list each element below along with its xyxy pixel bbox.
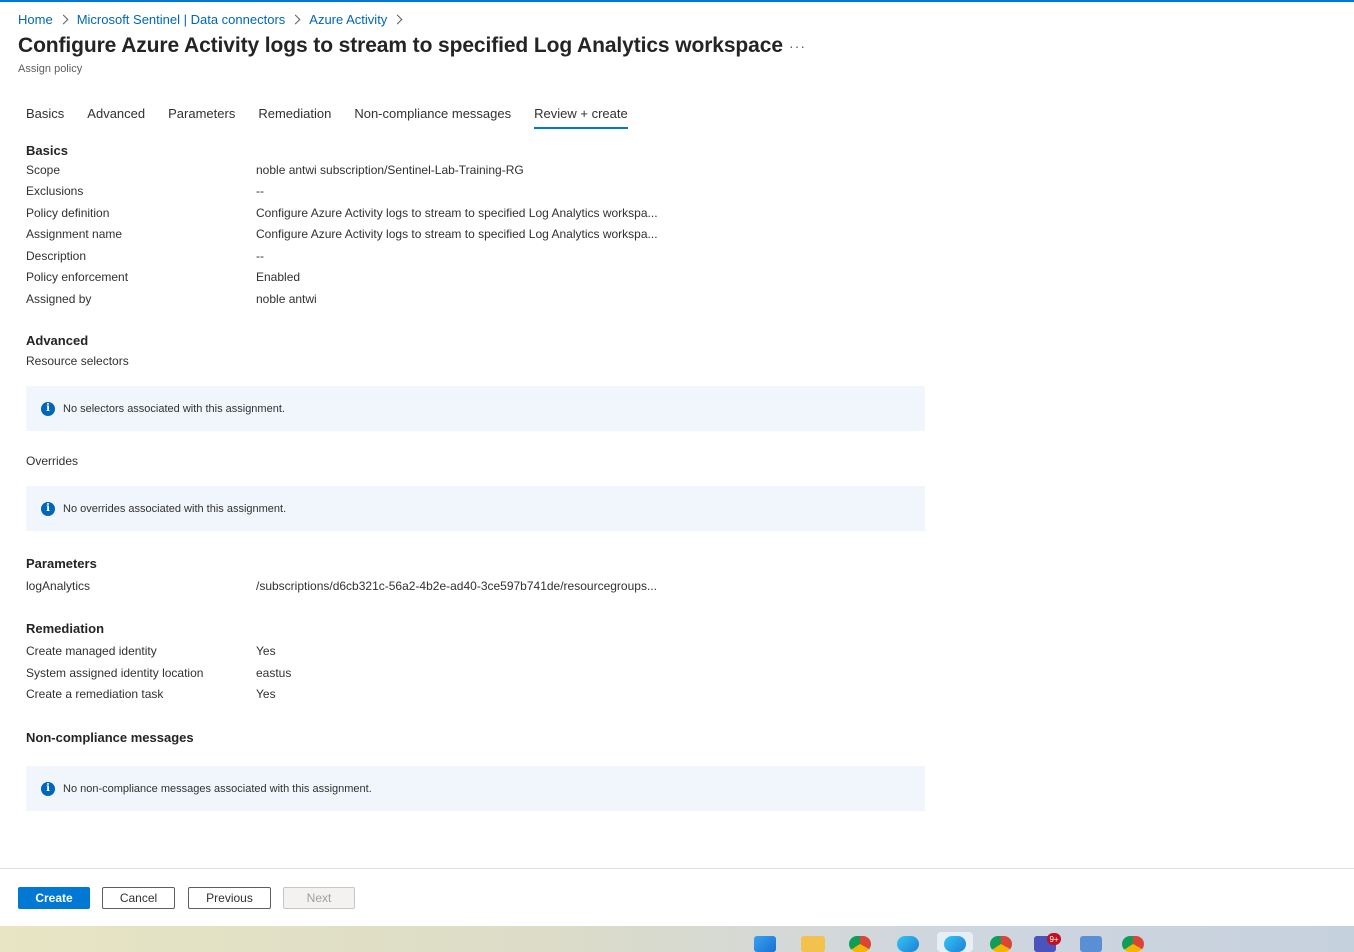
tab-advanced[interactable]: Advanced [87,106,145,130]
info-icon: i [41,501,55,516]
overrides-label: Overrides [26,454,79,468]
edge-active-icon[interactable] [944,936,966,952]
breadcrumb: Home Microsoft Sentinel | Data connector… [18,11,411,27]
row-value: noble antwi subscription/Sentinel-Lab-Tr… [256,163,524,177]
cancel-button[interactable]: Cancel [102,887,175,909]
summary-row-scope: Scope noble antwi subscription/Sentinel-… [26,163,926,179]
overrides-info-box: i No overrides associated with this assi… [26,486,925,531]
resource-selectors-label: Resource selectors [26,354,129,368]
row-value: -- [256,249,264,263]
advanced-heading: Advanced [26,333,89,348]
tab-non-compliance-messages[interactable]: Non-compliance messages [354,106,511,130]
chevron-right-icon [58,14,69,24]
chrome-profile-icon[interactable] [849,936,871,952]
row-value: -- [256,184,264,198]
summary-row-policy-enforcement: Policy enforcement Enabled [26,270,926,286]
row-value: Enabled [256,270,301,284]
tab-basics[interactable]: Basics [26,106,64,130]
row-label: Policy enforcement [26,270,129,284]
parameters-heading: Parameters [26,556,97,571]
row-value: noble antwi [256,292,317,306]
chrome-profile-3-icon[interactable] [1122,936,1144,952]
top-accent-line [0,0,1354,2]
basics-heading: Basics [26,143,68,158]
tab-bar: Basics Advanced Parameters Remediation N… [26,106,651,130]
advanced-section: Advanced Resource selectors i No selecto… [26,333,926,531]
summary-row-assigned-by: Assigned by noble antwi [26,292,926,308]
info-icon: i [41,781,55,796]
summary-row-remediation-task: Create a remediation task Yes [26,687,926,703]
edge-icon[interactable] [897,936,919,952]
summary-row-identity-location: System assigned identity location eastus [26,666,926,682]
footer-divider [0,868,1354,869]
row-value: Configure Azure Activity logs to stream … [256,227,658,241]
non-compliance-info-box: i No non-compliance messages associated … [26,766,925,811]
row-label: Exclusions [26,184,84,198]
previous-button[interactable]: Previous [188,887,271,909]
tab-parameters[interactable]: Parameters [168,106,235,130]
overrides-info-message: No overrides associated with this assign… [63,502,287,515]
info-icon: i [41,401,55,416]
breadcrumb-azure-activity[interactable]: Azure Activity [309,12,387,27]
summary-row-create-managed-identity: Create managed identity Yes [26,644,926,660]
page-title: Configure Azure Activity logs to stream … [18,34,783,57]
summary-row-exclusions: Exclusions -- [26,184,926,200]
row-label: Assigned by [26,292,92,306]
row-value: Yes [256,687,276,701]
row-value: /subscriptions/d6cb321c-56a2-4b2e-ad40-3… [256,579,657,593]
chrome-profile-2-icon[interactable] [990,936,1012,952]
more-options-button[interactable]: ··· [789,38,806,54]
row-label: Create a remediation task [26,687,164,701]
remediation-section: Remediation Create managed identity Yes … [26,621,926,701]
summary-row-description: Description -- [26,249,926,265]
chevron-right-icon [290,14,301,24]
tab-review-create[interactable]: Review + create [534,106,628,130]
row-label: Assignment name [26,227,123,241]
calendar-app-icon[interactable] [1080,936,1102,952]
non-compliance-heading: Non-compliance messages [26,730,194,745]
teams-notification-badge: 9+ [1047,933,1061,945]
summary-row-policy-definition: Policy definition Configure Azure Activi… [26,206,926,222]
parameters-section: Parameters logAnalytics /subscriptions/d… [26,556,926,593]
row-label: Create managed identity [26,644,157,658]
summary-row-assignment-name: Assignment name Configure Azure Activity… [26,227,926,243]
non-compliance-info-message: No non-compliance messages associated wi… [63,782,372,795]
row-value: Yes [256,644,276,658]
next-button[interactable]: Next [283,887,355,909]
row-label: Policy definition [26,206,110,220]
row-label: logAnalytics [26,579,91,593]
basics-section: Basics Scope noble antwi subscription/Se… [26,143,926,306]
breadcrumb-sentinel-data-connectors[interactable]: Microsoft Sentinel | Data connectors [77,12,286,27]
selectors-info-message: No selectors associated with this assign… [63,402,285,415]
windows-taskbar: 9+ [0,926,1354,952]
remediation-heading: Remediation [26,621,105,636]
create-button[interactable]: Create [18,887,90,909]
file-explorer-icon[interactable] [801,936,825,952]
row-value: eastus [256,666,292,680]
row-label: Scope [26,163,61,177]
row-label: System assigned identity location [26,666,204,680]
page-subtitle: Assign policy [18,63,83,75]
tab-remediation[interactable]: Remediation [258,106,331,130]
row-value: Configure Azure Activity logs to stream … [256,206,658,220]
row-label: Description [26,249,87,263]
summary-row-loganalytics: logAnalytics /subscriptions/d6cb321c-56a… [26,579,926,595]
non-compliance-section: Non-compliance messages i No non-complia… [26,730,926,811]
chevron-right-icon [392,14,403,24]
breadcrumb-home[interactable]: Home [18,12,53,27]
selectors-info-box: i No selectors associated with this assi… [26,386,925,431]
windows-start-icon[interactable] [754,936,776,952]
